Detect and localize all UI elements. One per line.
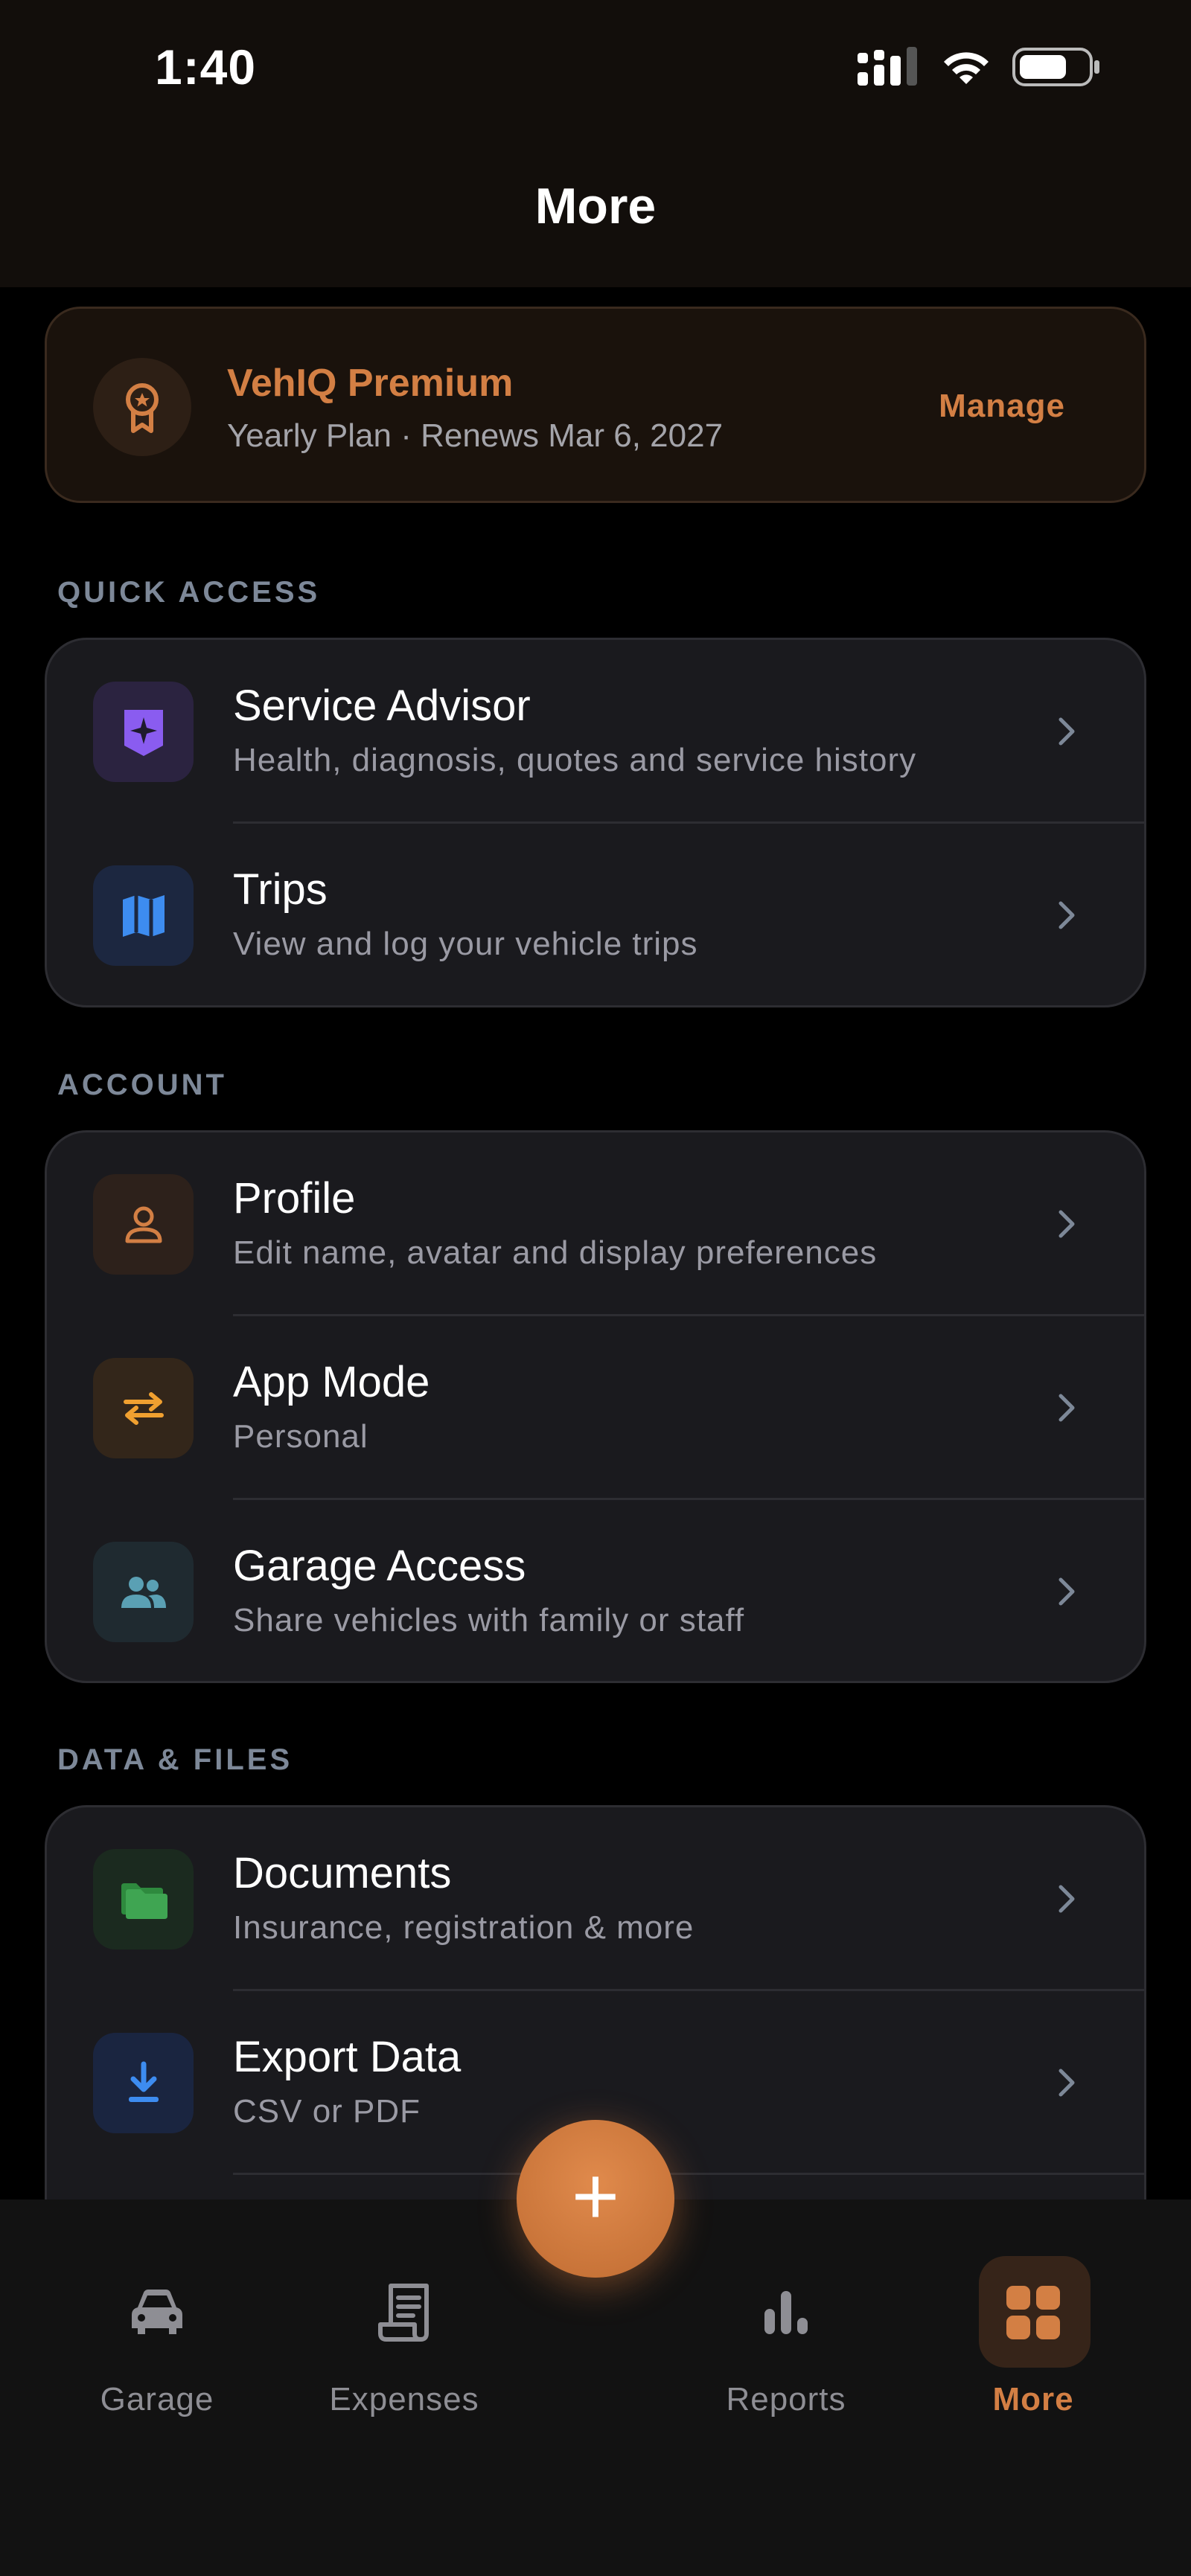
- list-item-title: Profile: [233, 1174, 356, 1223]
- chevron-right-icon: [1044, 893, 1089, 938]
- section-label-data-files: DATA & FILES: [57, 1743, 293, 1776]
- chevron-right-icon: [1044, 1877, 1089, 1921]
- premium-card[interactable]: VehIQ Premium Yearly Plan · Renews Mar 6…: [45, 307, 1146, 503]
- list-item-subtitle: Insurance, registration & more: [233, 1909, 695, 1946]
- list-item-subtitle: CSV or PDF: [233, 2093, 421, 2130]
- tab-label: Expenses: [329, 2381, 479, 2418]
- list-item-title: Garage Access: [233, 1542, 526, 1590]
- sparkle-icon: [124, 709, 163, 756]
- list-item-title: Documents: [233, 1849, 452, 1897]
- tab-more[interactable]: More: [922, 2199, 1145, 2467]
- folder-icon: [121, 1883, 167, 1919]
- list-item-subtitle: Share vehicles with family or staff: [233, 1602, 745, 1638]
- list-item-subtitle: View and log your vehicle trips: [233, 926, 698, 962]
- battery-icon: [1012, 48, 1099, 86]
- list-item-title: App Mode: [233, 1358, 430, 1406]
- chevron-right-icon: [1044, 1569, 1089, 1614]
- list-item-subtitle: Edit name, avatar and display preference…: [233, 1234, 878, 1271]
- chevron-right-icon: [1044, 709, 1089, 754]
- premium-badge: [93, 358, 191, 456]
- person-icon: [125, 1206, 162, 1243]
- app-mode-icon-tile: [93, 1358, 194, 1458]
- chevron-right-icon: [1044, 1385, 1089, 1430]
- list-item-app-mode[interactable]: App Mode Personal: [47, 1316, 1144, 1500]
- account-card: Profile Edit name, avatar and display pr…: [45, 1130, 1146, 1683]
- garage-access-icon-tile: [93, 1542, 194, 1642]
- row-divider: [233, 2173, 1144, 2175]
- list-item-title: Export Data: [233, 2033, 462, 2081]
- tab-expenses[interactable]: Expenses: [293, 2199, 516, 2467]
- download-icon: [128, 2061, 159, 2102]
- chevron-right-icon: [1044, 2060, 1089, 2105]
- service-advisor-icon-tile: [93, 682, 194, 782]
- tab-reports[interactable]: Reports: [674, 2199, 898, 2467]
- people-icon: [121, 1576, 166, 1608]
- list-item-trips[interactable]: Trips View and log your vehicle trips: [47, 824, 1144, 1005]
- list-item-subtitle: Health, diagnosis, quotes and service hi…: [233, 742, 917, 778]
- swap-arrows-icon: [123, 1391, 164, 1425]
- receipt-icon: [378, 2284, 429, 2342]
- trips-icon-tile: [93, 865, 194, 966]
- list-item-garage-access[interactable]: Garage Access Share vehicles with family…: [47, 1500, 1144, 1681]
- section-label-quick-access: QUICK ACCESS: [57, 576, 321, 609]
- plus-icon: +: [571, 2150, 620, 2242]
- status-icons: [858, 46, 1102, 88]
- list-item-service-advisor[interactable]: Service Advisor Health, diagnosis, quote…: [47, 640, 1144, 824]
- manage-subscription-button[interactable]: Manage: [939, 388, 1065, 425]
- premium-plan-info: Yearly Plan · Renews Mar 6, 2027: [227, 417, 724, 454]
- documents-icon-tile: [93, 1849, 194, 1949]
- award-ribbon-icon: [126, 383, 159, 433]
- list-item-subtitle: Personal: [233, 1418, 368, 1455]
- export-data-icon-tile: [93, 2033, 194, 2133]
- profile-icon-tile: [93, 1174, 194, 1275]
- nav-bar: More: [0, 134, 1191, 287]
- list-item-documents[interactable]: Documents Insurance, registration & more: [47, 1807, 1144, 1991]
- page-title: More: [534, 178, 657, 234]
- section-label-account: ACCOUNT: [57, 1068, 227, 1101]
- grid-icon: [1006, 2286, 1060, 2339]
- list-item-title: Trips: [233, 865, 328, 914]
- tab-label: Garage: [100, 2381, 214, 2418]
- bar-chart-icon: [764, 2291, 808, 2334]
- map-icon: [122, 894, 165, 937]
- status-bar: 1:40: [0, 0, 1191, 134]
- premium-title: VehIQ Premium: [227, 362, 514, 405]
- list-item-title: Service Advisor: [233, 682, 531, 730]
- wifi-icon: [944, 52, 989, 84]
- tab-label: Reports: [726, 2381, 846, 2418]
- car-icon: [132, 2290, 182, 2334]
- chevron-right-icon: [1044, 1202, 1089, 1246]
- tab-label: More: [992, 2381, 1074, 2418]
- list-item-profile[interactable]: Profile Edit name, avatar and display pr…: [47, 1132, 1144, 1316]
- status-time: 1:40: [155, 39, 257, 94]
- tab-garage[interactable]: Garage: [45, 2199, 269, 2467]
- cellular-signal-icon: [858, 47, 917, 86]
- add-fab-button[interactable]: +: [517, 2120, 674, 2278]
- quick-access-card: Service Advisor Health, diagnosis, quote…: [45, 638, 1146, 1007]
